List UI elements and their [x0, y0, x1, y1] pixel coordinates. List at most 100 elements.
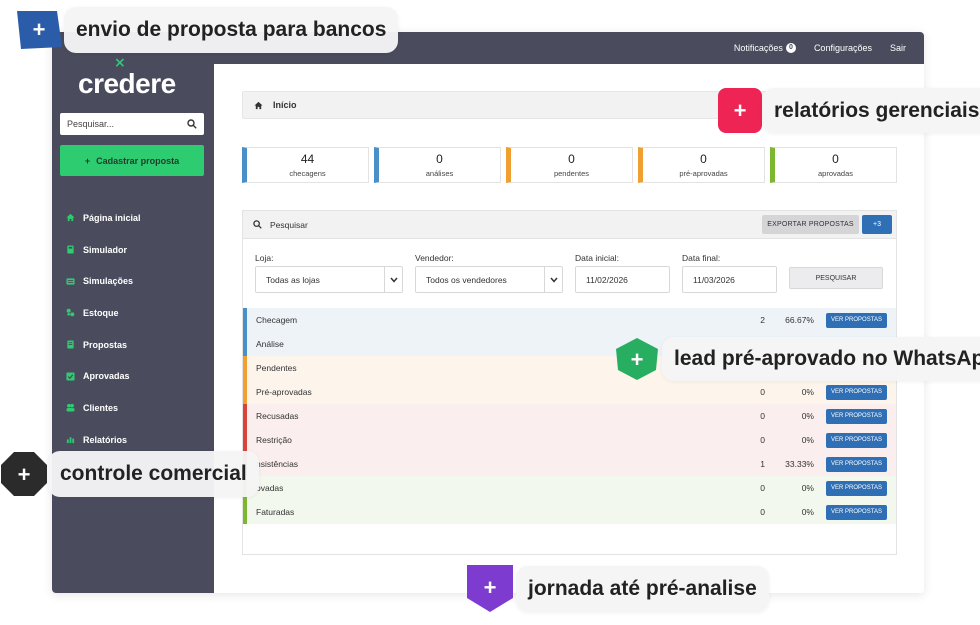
plus-badge-icon: +	[15, 7, 64, 53]
stat-value: 0	[436, 152, 443, 166]
sidebar-menu: Página inicial Simulador Simulações Estoque…	[66, 202, 206, 456]
row-percentage: 0%	[801, 435, 814, 445]
row-status-name: Pré-aprovadas	[256, 387, 312, 397]
data-final-input[interactable]: 11/03/2026	[682, 266, 777, 293]
list-icon	[66, 278, 75, 285]
row-count: 0	[760, 483, 765, 493]
row-status-name: ovadas	[256, 483, 284, 493]
callout-envio: + envio de proposta para bancos	[15, 7, 399, 53]
ver-propostas-button[interactable]: VER PROPOSTAS	[826, 480, 887, 496]
ver-propostas-button[interactable]: VER PROPOSTAS	[826, 384, 887, 400]
breadcrumb-label: Início	[273, 100, 297, 110]
settings-label: Configurações	[813, 43, 872, 53]
export-proposals-button[interactable]: EXPORTAR PROPOSTAS	[762, 215, 859, 234]
chevron-down-icon	[544, 267, 562, 292]
plus-badge-icon: +	[614, 337, 660, 381]
home-icon	[254, 101, 263, 109]
stat-label: pré-aprovadas	[679, 169, 728, 178]
stat-card-3[interactable]: 0 pré-aprovadas	[638, 147, 765, 183]
sidebar-item-simulacoes[interactable]: Simulações	[66, 265, 206, 297]
vendedor-value: Todos os vendedores	[426, 274, 507, 285]
sidebar-item-aprovadas[interactable]: Aprovadas	[66, 360, 206, 392]
row-count: 0	[760, 411, 765, 421]
proposals-panel: Pesquisar EXPORTAR PROPOSTAS +3 Loja: To…	[242, 210, 897, 555]
ver-propostas-button[interactable]: VER PROPOSTAS	[826, 432, 887, 448]
table-row: ovadas 0 0% VER PROPOSTAS	[243, 476, 896, 500]
panel-header: Pesquisar EXPORTAR PROPOSTAS +3	[243, 211, 896, 239]
stat-card-2[interactable]: 0 pendentes	[506, 147, 633, 183]
settings-link[interactable]: Configurações	[814, 43, 872, 53]
stat-label: checagens	[289, 169, 326, 178]
callout-controle-label: controle comercial	[48, 451, 259, 497]
svg-text:+: +	[484, 575, 497, 600]
document-icon	[67, 340, 74, 349]
cadastrar-proposta-button[interactable]: + Cadastrar proposta	[60, 145, 204, 176]
vendedor-select[interactable]: Todos os vendedores	[415, 266, 563, 293]
home-icon	[66, 214, 75, 222]
row-percentage: 33.33%	[785, 459, 814, 469]
stat-card-0[interactable]: 44 checagens	[242, 147, 369, 183]
stat-card-4[interactable]: 0 aprovadas	[770, 147, 897, 183]
sidebar-item-clientes[interactable]: Clientes	[66, 392, 206, 424]
sidebar-item-estoque[interactable]: Estoque	[66, 297, 206, 329]
ver-propostas-button[interactable]: VER PROPOSTAS	[826, 408, 887, 424]
plus-icon: +	[84, 155, 91, 166]
row-count: 2	[760, 315, 765, 325]
search-icon	[253, 220, 262, 229]
data-inicial-input[interactable]: 11/02/2026	[575, 266, 670, 293]
main-content: Início 44 checagens 0 análises 0 pendentes 0 pr…	[214, 64, 924, 593]
plus-badge-icon: +	[0, 451, 48, 497]
row-count: 0	[760, 387, 765, 397]
stat-label: aprovadas	[817, 169, 854, 178]
row-status-name: Restrição	[256, 435, 292, 445]
sidebar-item-pagina-inicial[interactable]: Página inicial	[66, 202, 206, 234]
stat-value: 0	[700, 152, 707, 166]
callout-jornada-label: jornada até pré-analise	[516, 565, 769, 612]
svg-text:+: +	[631, 347, 644, 372]
sidebar-item-label: Propostas	[83, 339, 128, 350]
users-icon	[66, 404, 75, 413]
panel-search-label: Pesquisar	[270, 219, 308, 230]
top-nav: Notificações 0 Configurações Sair	[734, 32, 906, 64]
callout-lead-label: lead pré-aprovado no WhatsApp	[662, 337, 980, 381]
row-count: 1	[760, 459, 765, 469]
ver-propostas-button[interactable]: VER PROPOSTAS	[826, 456, 887, 472]
logout-link[interactable]: Sair	[890, 43, 906, 53]
logout-label: Sair	[889, 43, 906, 53]
loja-select[interactable]: Todas as lojas	[255, 266, 403, 293]
plus-badge-icon: +	[466, 564, 514, 613]
brand-logo: credere	[78, 68, 176, 99]
row-percentage: 0%	[801, 483, 814, 493]
stat-value: 0	[568, 152, 575, 166]
svg-text:+: +	[18, 462, 31, 487]
ver-propostas-button[interactable]: VER PROPOSTAS	[826, 312, 887, 328]
ver-propostas-button[interactable]: VER PROPOSTAS	[826, 504, 887, 520]
callout-relatorios: + relatórios gerenciais	[718, 88, 980, 133]
row-status-name: Análise	[256, 339, 284, 349]
callout-jornada: + jornada até pré-analise	[466, 564, 769, 613]
data-final-label: Data final:	[682, 253, 721, 263]
sidebar-item-simulador[interactable]: Simulador	[66, 234, 206, 266]
loja-value: Todas as lojas	[266, 274, 320, 285]
table-row: Restrição 0 0% VER PROPOSTAS	[243, 428, 896, 452]
vendedor-label: Vendedor:	[415, 253, 454, 263]
row-status-name: Recusadas	[256, 411, 299, 421]
sidebar-item-propostas[interactable]: Propostas	[66, 329, 206, 361]
pesquisar-button[interactable]: PESQUISAR	[789, 267, 883, 289]
search-icon[interactable]	[187, 119, 197, 129]
table-row: Faturadas 0 0% VER PROPOSTAS	[243, 500, 896, 524]
loja-label: Loja:	[255, 253, 274, 263]
notifications-link[interactable]: Notificações 0	[734, 43, 796, 53]
chevron-down-icon	[384, 267, 402, 292]
check-icon	[66, 372, 75, 381]
sidebar-search-placeholder: Pesquisar...	[67, 119, 115, 129]
notifications-count-badge: 0	[785, 43, 796, 53]
callout-envio-label: envio de proposta para bancos	[64, 7, 399, 53]
table-row: Checagem 2 66.67% VER PROPOSTAS	[243, 308, 896, 332]
stat-label: pendentes	[553, 169, 590, 178]
stat-card-1[interactable]: 0 análises	[374, 147, 501, 183]
more-options-button[interactable]: +3	[862, 215, 892, 234]
stat-value: 44	[300, 152, 315, 166]
sidebar-search-input[interactable]: Pesquisar...	[60, 113, 204, 135]
row-percentage: 0%	[801, 507, 814, 517]
